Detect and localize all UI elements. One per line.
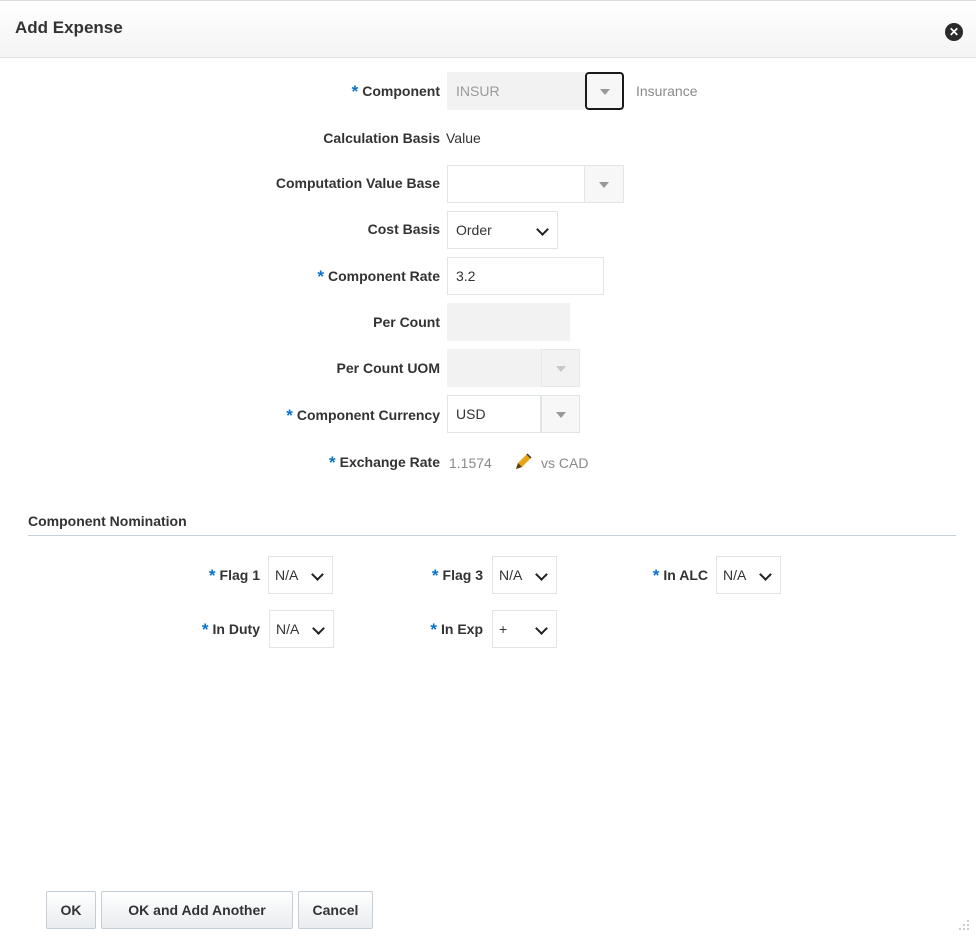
required-asterisk: *	[201, 620, 209, 639]
flag1-select[interactable]: N/A	[268, 556, 333, 594]
per-count-uom-label: Per Count UOM	[336, 360, 440, 376]
required-asterisk: *	[317, 267, 324, 286]
flag3-select[interactable]: N/A	[492, 556, 557, 594]
component-label: * Component	[351, 82, 440, 101]
chevron-down-icon	[311, 568, 324, 581]
component-currency-input[interactable]: USD	[447, 395, 541, 433]
in-duty-label: * In Duty	[201, 620, 260, 639]
exchange-rate-suffix: vs CAD	[541, 455, 589, 471]
flag1-label: * Flag 1	[208, 566, 260, 585]
component-nomination-title: Component Nomination	[28, 513, 187, 529]
chevron-down-icon	[312, 622, 325, 635]
required-asterisk: *	[351, 82, 359, 101]
dialog-title: Add Expense	[15, 18, 123, 37]
dialog-header	[0, 0, 976, 58]
flag3-label: * Flag 3	[431, 566, 483, 585]
required-asterisk: *	[329, 453, 336, 472]
ok-and-add-another-button[interactable]: OK and Add Another	[101, 891, 293, 929]
section-divider	[28, 535, 956, 536]
computation-value-base-label: Computation Value Base	[275, 175, 440, 191]
in-exp-select[interactable]: +	[492, 610, 557, 648]
cost-basis-value: Order	[456, 222, 492, 238]
chevron-down-icon	[599, 89, 610, 95]
in-exp-value: +	[499, 621, 508, 637]
component-currency-label: * Component Currency	[286, 406, 440, 425]
required-asterisk: *	[430, 620, 437, 639]
in-duty-value: N/A	[276, 621, 300, 637]
per-count-uom-dropdown-button[interactable]	[541, 349, 580, 387]
per-count-input[interactable]	[447, 303, 570, 341]
chevron-down-icon	[535, 622, 548, 635]
cancel-button[interactable]: Cancel	[298, 891, 373, 929]
cost-basis-label: Cost Basis	[367, 221, 440, 237]
computation-value-base-input[interactable]	[447, 165, 585, 203]
component-rate-label: * Component Rate	[317, 267, 440, 286]
component-input[interactable]: INSUR	[447, 72, 585, 110]
in-duty-select[interactable]: N/A	[269, 610, 334, 648]
chevron-down-icon	[555, 412, 566, 418]
flag3-value: N/A	[499, 567, 523, 583]
close-icon[interactable]: ✕	[945, 23, 963, 41]
computation-value-base-dropdown-button[interactable]	[584, 165, 624, 203]
chevron-down-icon	[599, 182, 609, 188]
cost-basis-select[interactable]: Order	[447, 211, 558, 249]
resize-grip-icon[interactable]	[958, 918, 970, 930]
in-alc-select[interactable]: N/A	[716, 556, 781, 594]
component-dropdown-button[interactable]	[585, 72, 624, 110]
component-rate-input[interactable]: 3.2	[447, 257, 604, 295]
chevron-down-icon	[535, 568, 548, 581]
required-asterisk: *	[208, 566, 216, 585]
calculation-basis-label: Calculation Basis	[323, 130, 440, 146]
in-exp-label: * In Exp	[430, 620, 483, 639]
per-count-uom-input[interactable]	[447, 349, 541, 387]
per-count-label: Per Count	[373, 314, 440, 330]
flag1-value: N/A	[275, 567, 299, 583]
calculation-basis-value: Value	[446, 130, 481, 146]
exchange-rate-label: * Exchange Rate	[329, 453, 440, 472]
component-description: Insurance	[636, 83, 698, 99]
component-currency-dropdown-button[interactable]	[541, 395, 580, 433]
pencil-icon[interactable]	[512, 451, 534, 473]
ok-button[interactable]: OK	[46, 891, 96, 929]
required-asterisk: *	[652, 566, 660, 585]
required-asterisk: *	[431, 566, 439, 585]
chevron-down-icon	[759, 568, 772, 581]
in-alc-value: N/A	[723, 567, 747, 583]
exchange-rate-value: 1.1574	[449, 455, 492, 471]
chevron-down-icon	[555, 366, 566, 372]
chevron-down-icon	[536, 223, 549, 236]
required-asterisk: *	[286, 406, 293, 425]
in-alc-label: * In ALC	[652, 566, 708, 585]
